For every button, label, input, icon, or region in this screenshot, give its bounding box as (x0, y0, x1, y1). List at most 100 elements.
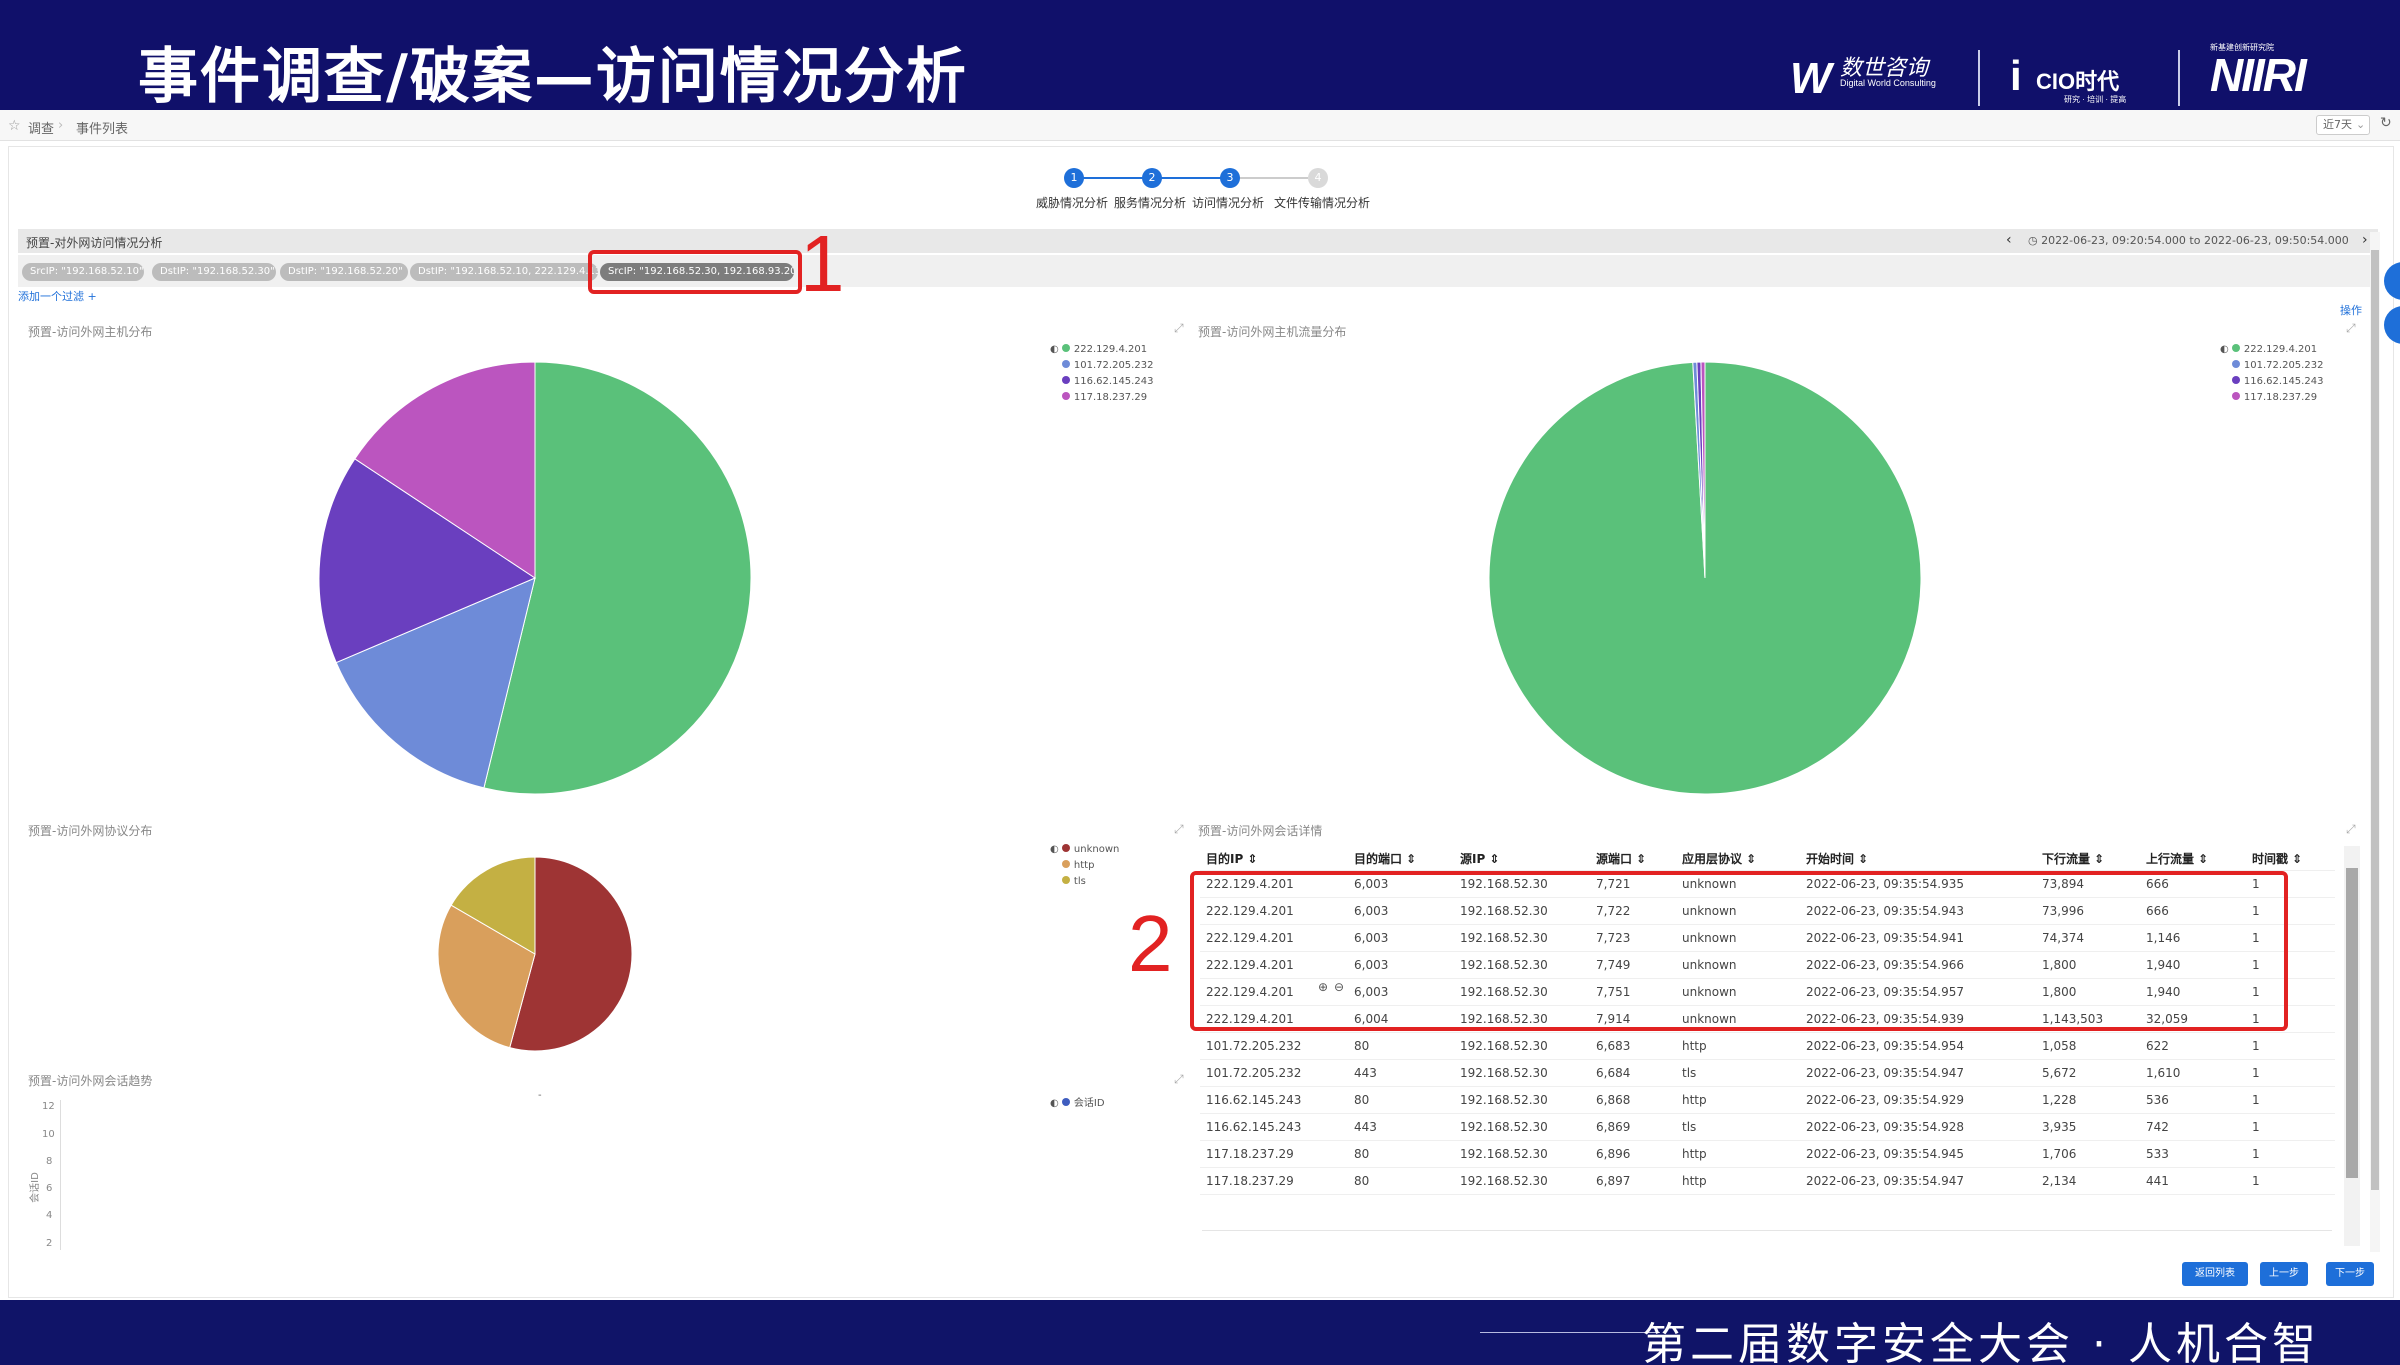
filter-pill[interactable]: DstIP: "192.168.52.20" (280, 263, 408, 281)
table-row[interactable]: 117.18.237.29 80 192.168.52.30 6,896 http 202… (1200, 1141, 2335, 1168)
expand-icon[interactable]: ⤢ (2346, 822, 2356, 837)
table-cell: 441 (2146, 1174, 2169, 1188)
filter-pill[interactable]: SrcIP: "192.168.52.10" (22, 263, 144, 281)
next-range-icon[interactable]: › (2362, 232, 2368, 248)
breadcrumb-event-list[interactable]: 事件列表 (76, 118, 128, 137)
scrollbar-thumb[interactable] (2346, 868, 2358, 1178)
y-tick: 12 (42, 1101, 55, 1112)
table-cell: 2022-06-23, 09:35:54.947 (1806, 1174, 1964, 1188)
table-cell: 2022-06-23, 09:35:54.945 (1806, 1147, 1964, 1161)
legend-item: ◐ 101.72.205.232 (2220, 360, 2323, 376)
table-cell: 6,869 (1596, 1120, 1631, 1134)
col-timestamp[interactable]: 时间戳 ⇕ (2246, 846, 2335, 871)
annotation-2: 2 (1128, 899, 1173, 988)
table-cell: 117.18.237.29 (1206, 1147, 1294, 1161)
table-cell: 192.168.52.30 (1460, 1039, 1548, 1053)
slide-title: 事件调查/破案—访问情况分析 (138, 42, 968, 110)
step-3-dot[interactable]: 3 (1220, 168, 1240, 188)
footer-rule (1480, 1332, 1660, 1333)
step-4-dot[interactable]: 4 (1308, 168, 1328, 188)
table-cell: 192.168.52.30 (1460, 1093, 1548, 1107)
star-icon[interactable]: ☆ (8, 118, 21, 134)
annotation-1: 1 (800, 219, 845, 308)
page-scrollbar[interactable] (2370, 232, 2380, 1252)
table-cell: 1 (2252, 1147, 2260, 1161)
saved-search-bar: 预置-对外网访问情况分析 ‹ ◷ 2022-06-23, 09:20:54.00… (18, 229, 2378, 253)
breadcrumb-separator: › (58, 118, 64, 133)
expand-icon[interactable]: ⤢ (2346, 321, 2356, 336)
table-cell: 6,868 (1596, 1093, 1631, 1107)
host-dist-pie (318, 361, 752, 795)
expand-icon[interactable]: ⤢ (1174, 822, 1184, 837)
table-cell: 3,935 (2042, 1120, 2077, 1134)
add-filter-link[interactable]: 添加一个过滤 + (18, 288, 97, 304)
table-cell: 80 (1354, 1147, 1370, 1161)
prev-step-button[interactable]: 上一步 (2260, 1262, 2308, 1286)
table-cell: 2022-06-23, 09:35:54.947 (1806, 1066, 1964, 1080)
filter-pill[interactable]: DstIP: "192.168.52.10, 222.129.4.138" (410, 263, 598, 281)
step-2-label[interactable]: 服务情况分析 (1114, 194, 1186, 211)
footer-text: 第二届数字安全大会 · 人机合智 (1642, 1319, 2320, 1365)
step-1-label[interactable]: 威胁情况分析 (1036, 194, 1108, 211)
time-range-select[interactable]: 近7天 ⌄ (2316, 115, 2370, 135)
table-cell: 443 (1354, 1120, 1377, 1134)
zoom-in-icon[interactable]: ⊕ (1318, 980, 1328, 994)
expand-icon[interactable]: ⤢ (1174, 321, 1184, 336)
zoom-out-icon[interactable]: ⊖ (1334, 980, 1344, 994)
col-start-time[interactable]: 开始时间 ⇕ (1800, 846, 2036, 871)
col-src-ip[interactable]: 源IP ⇕ (1454, 846, 1590, 871)
prev-range-icon[interactable]: ‹ (2006, 232, 2012, 248)
col-app-proto[interactable]: 应用层协议 ⇕ (1676, 846, 1800, 871)
table-cell: 192.168.52.30 (1460, 1174, 1548, 1188)
table-row[interactable]: 117.18.237.29 80 192.168.52.30 6,897 http 202… (1200, 1168, 2335, 1195)
table-cell: 1 (2252, 1174, 2260, 1188)
table-cell: http (1682, 1147, 1707, 1161)
filter-row: SrcIP: "192.168.52.10" DstIP: "192.168.5… (18, 255, 2378, 287)
trend-dash: - (538, 1090, 542, 1101)
step-2-dot[interactable]: 2 (1142, 168, 1162, 188)
logo-divider (2178, 50, 2180, 106)
table-cell: 2022-06-23, 09:35:54.928 (1806, 1120, 1964, 1134)
y-tick: 4 (46, 1210, 53, 1221)
expand-icon[interactable]: ⤢ (1174, 1072, 1184, 1087)
proto-dist-title: 预置-访问外网协议分布 (28, 824, 153, 838)
time-range-display[interactable]: ◷ 2022-06-23, 09:20:54.000 to 2022-06-23… (2028, 234, 2349, 247)
refresh-icon[interactable]: ↻ (2380, 115, 2392, 131)
table-row[interactable]: 116.62.145.243 80 192.168.52.30 6,868 http 20… (1200, 1087, 2335, 1114)
table-row[interactable]: 101.72.205.232 80 192.168.52.30 6,683 http 20… (1200, 1033, 2335, 1060)
step-connector (1152, 177, 1230, 179)
step-1-dot[interactable]: 1 (1064, 168, 1084, 188)
table-scrollbar[interactable] (2344, 846, 2360, 1246)
table-row[interactable]: 116.62.145.243 443 192.168.52.30 6,869 tls 20… (1200, 1114, 2335, 1141)
col-up-bytes[interactable]: 上行流量 ⇕ (2140, 846, 2246, 871)
step-3-label[interactable]: 访问情况分析 (1192, 194, 1264, 211)
step-connector (1230, 177, 1308, 179)
legend-item: ◐ tls (1050, 876, 1119, 892)
table-cell: 116.62.145.243 (1206, 1093, 1302, 1107)
step-4-label[interactable]: 文件传输情况分析 (1274, 194, 1370, 211)
host-dist-legend: ◐ 222.129.4.201 ◐ 101.72.205.232 ◐ 116.6… (1050, 344, 1153, 408)
operate-link[interactable]: 操作 (2340, 302, 2362, 318)
table-cell: 6,896 (1596, 1147, 1631, 1161)
col-down-bytes[interactable]: 下行流量 ⇕ (2036, 846, 2140, 871)
legend-item: ◐ unknown (1050, 844, 1120, 855)
table-cell: http (1682, 1093, 1707, 1107)
table-cell: 443 (1354, 1066, 1377, 1080)
col-dst-port[interactable]: 目的端口 ⇕ (1348, 846, 1454, 871)
highlight-box-1 (588, 250, 802, 294)
table-row[interactable]: 101.72.205.232 443 192.168.52.30 6,684 tls 20… (1200, 1060, 2335, 1087)
table-cell: 80 (1354, 1093, 1370, 1107)
col-dst-ip[interactable]: 目的IP ⇕ (1200, 846, 1348, 871)
back-to-list-button[interactable]: 返回列表 (2182, 1262, 2248, 1286)
legend-toggle-icon: ◐ (1050, 844, 1062, 855)
col-src-port[interactable]: 源端口 ⇕ (1590, 846, 1676, 871)
page-scrollbar-thumb[interactable] (2371, 250, 2379, 1190)
filter-pill[interactable]: DstIP: "192.168.52.30" (152, 263, 276, 281)
table-cell: 5,672 (2042, 1066, 2077, 1080)
session-trend-legend: ◐ 会话ID (1050, 1094, 1105, 1110)
legend-toggle-icon: ◐ (1050, 344, 1062, 355)
table-cell: http (1682, 1039, 1707, 1053)
next-step-button[interactable]: 下一步 (2326, 1262, 2374, 1286)
breadcrumb-investigate[interactable]: 调查 (28, 118, 54, 137)
chevron-down-icon: ⌄ (2356, 118, 2366, 131)
